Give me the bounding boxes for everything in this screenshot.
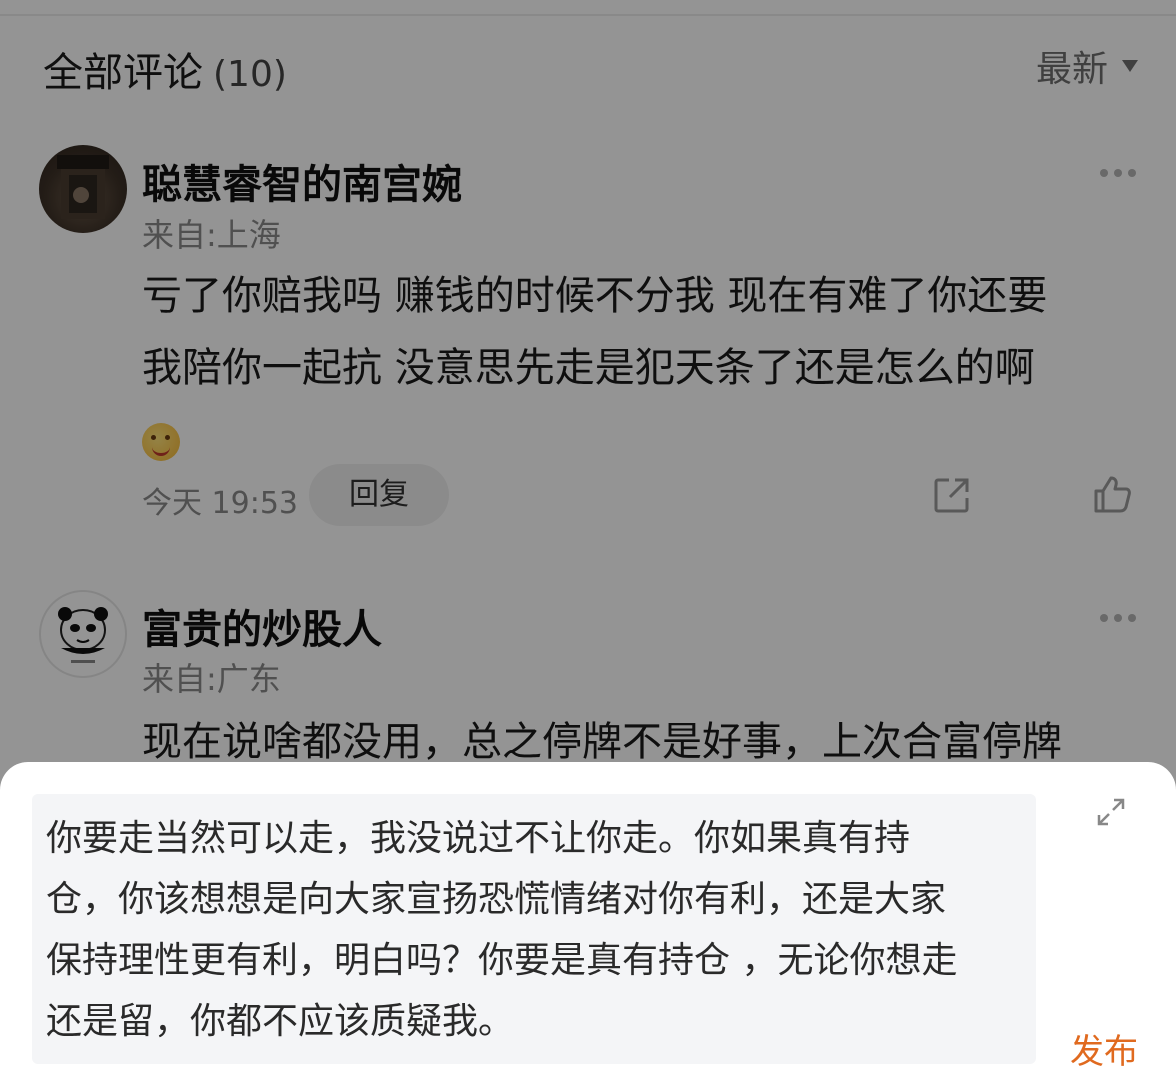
reply-composer-sheet: 你要走当然可以走，我没说过不让你走。你如果真有持 仓，你该想想是向大家宣扬恐慌情… — [0, 762, 1176, 1085]
draft-line: 保持理性更有利，明白吗？你要是真有持仓 ，无论你想走 — [46, 940, 958, 981]
reply-input[interactable]: 你要走当然可以走，我没说过不让你走。你如果真有持 仓，你该想想是向大家宣扬恐慌情… — [32, 794, 1036, 1064]
draft-line: 仓，你该想想是向大家宣扬恐慌情绪对你有利，还是大家 — [46, 879, 947, 920]
draft-line: 还是留，你都不应该质疑我。 — [46, 1001, 515, 1042]
expand-icon[interactable] — [1096, 797, 1126, 827]
draft-line: 你要走当然可以走，我没说过不让你走。你如果真有持 — [46, 818, 911, 859]
reply-input-text: 你要走当然可以走，我没说过不让你走。你如果真有持 仓，你该想想是向大家宣扬恐慌情… — [46, 808, 1026, 1052]
publish-button[interactable]: 发布 — [1070, 1024, 1138, 1073]
